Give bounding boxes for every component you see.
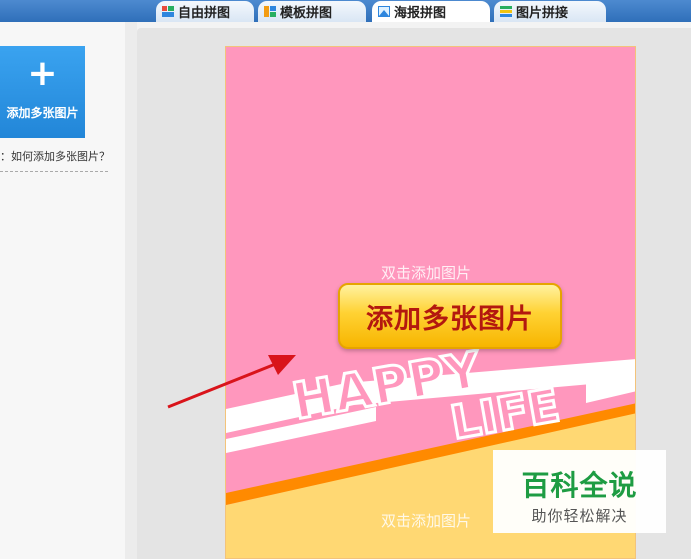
template-collage-icon [264, 6, 276, 17]
tab-bar: 自由拼图 模板拼图 海报拼图 图片拼接 [0, 0, 691, 22]
help-link[interactable]: ：如何添加多张图片？ [0, 148, 110, 164]
watermark-title: 百科全说 [521, 469, 638, 502]
poster-collage-icon [378, 6, 390, 17]
tab-template-collage-label: 模板拼图 [280, 6, 333, 21]
poster-hint-bottom: 双击添加图片 [381, 512, 472, 530]
tab-poster-collage[interactable]: 海报拼图 [372, 1, 490, 22]
add-images-button-label: 添加多张图片 [6, 106, 79, 120]
image-stitch-icon [500, 6, 512, 17]
add-images-button[interactable]: + 添加多张图片 [0, 46, 85, 138]
add-images-callout-button[interactable]: 添加多张图片 [338, 283, 562, 349]
watermark-logo: 百科全说 助你轻松解决 [493, 450, 666, 533]
tab-free-collage[interactable]: 自由拼图 [156, 1, 254, 22]
plus-icon: + [27, 53, 58, 94]
sidebar-divider [125, 22, 137, 559]
help-separator [0, 171, 108, 172]
tab-template-collage[interactable]: 模板拼图 [258, 1, 366, 22]
free-collage-icon [162, 6, 174, 17]
tab-free-collage-label: 自由拼图 [178, 6, 231, 21]
poster-hint-top: 双击添加图片 [381, 264, 472, 282]
tab-poster-collage-label: 海报拼图 [394, 6, 447, 21]
arrow-icon [167, 355, 296, 409]
tab-image-stitch-label: 图片拼接 [516, 6, 569, 21]
watermark-subtitle: 助你轻松解决 [531, 507, 628, 525]
tab-image-stitch[interactable]: 图片拼接 [494, 1, 606, 22]
